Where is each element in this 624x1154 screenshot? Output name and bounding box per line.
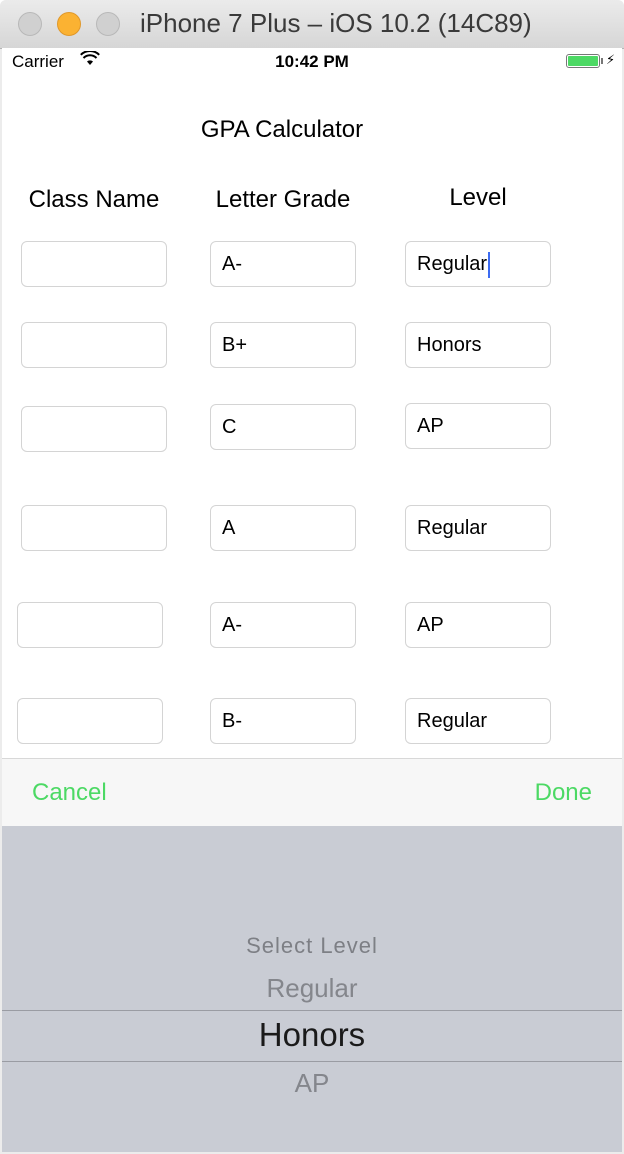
header-class-name: Class Name [28,186,160,213]
level-picker[interactable]: Select Level Regular Honors AP [2,826,622,1152]
simulator-window: iPhone 7 Plus – iOS 10.2 (14C89) Carrier… [0,0,624,1154]
picker-option[interactable]: Select Level [2,933,622,959]
battery-tip [601,58,603,64]
letter-grade-input[interactable]: A- [210,241,356,287]
level-input[interactable]: AP [405,602,551,648]
battery-icon [566,54,600,68]
device-screen: Carrier 10:42 PM ⚡ GPA Calculator Class … [2,48,622,1152]
class-name-input[interactable] [17,698,163,744]
class-name-input[interactable] [21,241,167,287]
page-title: GPA Calculator [200,116,364,143]
picker-option[interactable]: Regular [2,973,622,1004]
charging-bolt-icon: ⚡ [606,52,616,67]
zoom-window-button[interactable] [96,12,120,36]
status-time: 10:42 PM [275,52,349,71]
picker-selection-top-line [2,1010,622,1011]
level-input-active[interactable]: Regular [405,241,551,287]
picker-selection-bottom-line [2,1061,622,1062]
letter-grade-input[interactable]: B+ [210,322,356,368]
level-input[interactable]: Regular [405,505,551,551]
text-cursor [488,251,491,278]
picker-option-selected[interactable]: Honors [2,1016,622,1054]
cancel-button[interactable]: Cancel [32,779,107,807]
letter-grade-input[interactable]: A- [210,602,356,648]
class-name-input[interactable] [21,505,167,551]
done-button[interactable]: Done [535,779,592,807]
window-titlebar: iPhone 7 Plus – iOS 10.2 (14C89) [0,0,624,49]
level-input[interactable]: Honors [405,322,551,368]
minimize-window-button[interactable] [57,12,81,36]
header-level: Level [449,184,507,211]
class-name-input[interactable] [21,406,167,452]
picker-option[interactable]: AP [2,1068,622,1099]
letter-grade-input[interactable]: A [210,505,356,551]
close-window-button[interactable] [18,12,42,36]
class-name-input[interactable] [21,322,167,368]
level-input[interactable]: Regular [405,698,551,744]
picker-toolbar: Cancel Done [2,758,622,827]
level-input[interactable]: AP [405,403,551,449]
window-title: iPhone 7 Plus – iOS 10.2 (14C89) [140,8,532,38]
class-name-input[interactable] [17,602,163,648]
header-letter-grade: Letter Grade [215,186,351,213]
status-bar: Carrier 10:42 PM ⚡ [2,48,622,76]
letter-grade-input[interactable]: C [210,404,356,450]
level-input-value: Regular [417,253,488,275]
battery-level [568,56,598,66]
letter-grade-input[interactable]: B- [210,698,356,744]
